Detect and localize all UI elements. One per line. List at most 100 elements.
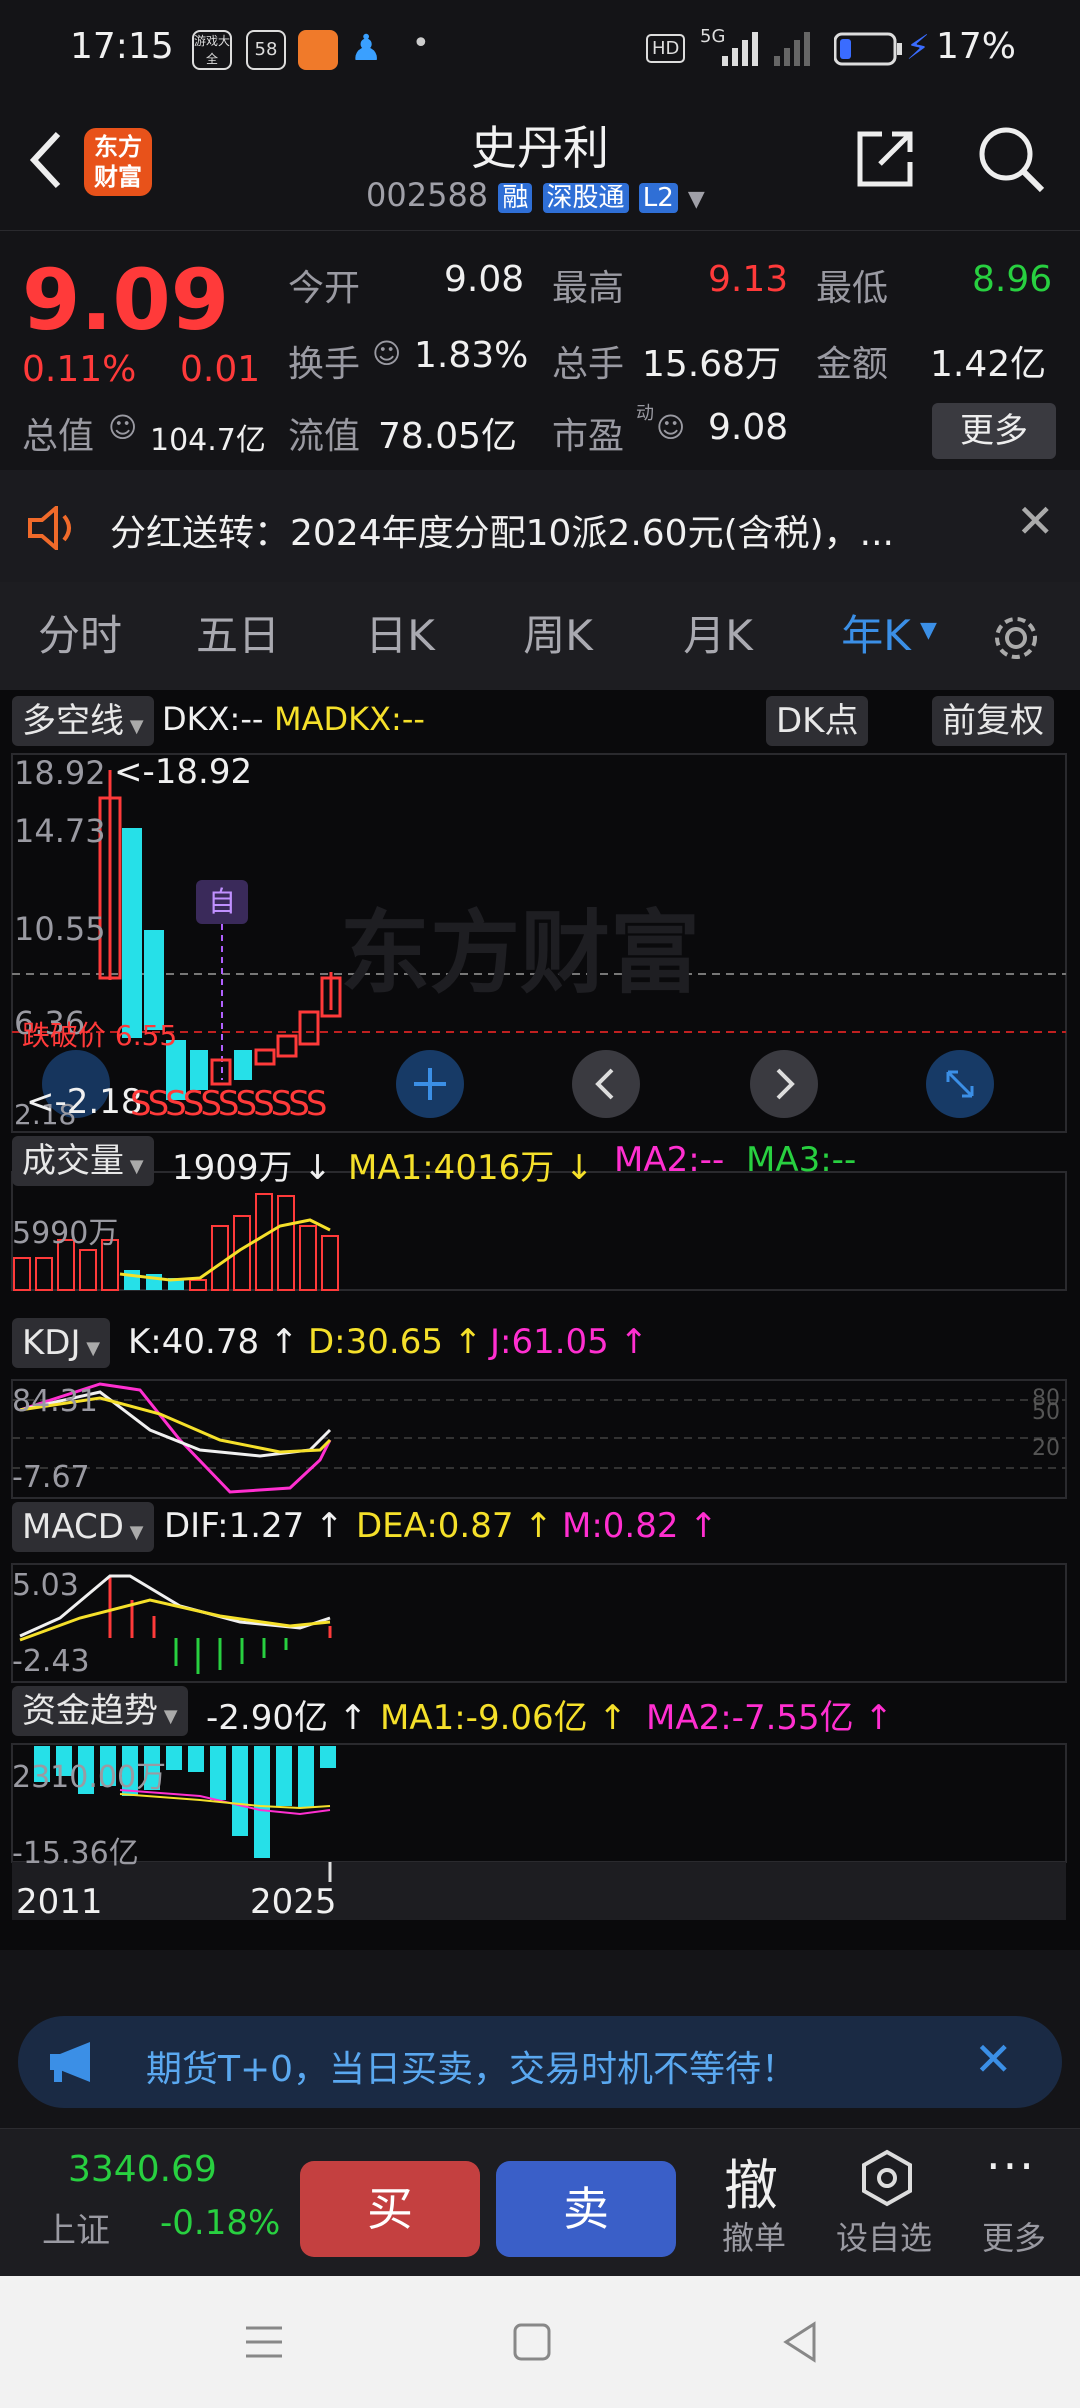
kdj-d-text: D:30.65 xyxy=(308,1322,443,1362)
margin-badge: 融 xyxy=(498,183,533,213)
fund-axis-top: 2310.00万 xyxy=(12,1760,167,1795)
hd-icon: HD xyxy=(646,34,686,63)
home-icon[interactable] xyxy=(512,2322,552,2362)
index-value[interactable]: 3340.69 xyxy=(68,2149,217,2190)
macd-dif-text: DIF:1.27 xyxy=(164,1506,305,1546)
dk-point-button[interactable]: DK点 xyxy=(766,696,869,746)
notice-text: 分红送转：2024年度分配10派2.60元(含税)，... xyxy=(110,513,895,554)
add-watchlist-icon[interactable] xyxy=(858,2149,916,2207)
info-icon[interactable]: ☺ xyxy=(108,411,137,444)
megaphone-icon xyxy=(50,2042,90,2082)
close-icon[interactable]: ✕ xyxy=(974,2032,1013,2086)
dividend-notice[interactable]: 分红送转：2024年度分配10派2.60元(含税)，... ✕ xyxy=(0,470,1080,582)
volume-ma1: MA1:4016万 ↓ xyxy=(348,1148,594,1188)
buy-button[interactable]: 买 xyxy=(300,2161,480,2257)
speaker-icon xyxy=(28,506,71,550)
quote-panel: 9.09 0.11% 0.01 总值 ☺ 104.7亿 今开 9.08 最高 9… xyxy=(0,230,1080,470)
kdj-select[interactable]: KDJ ▼ xyxy=(12,1318,111,1368)
mktcap-label: 总值 xyxy=(22,416,95,457)
volume-ma3: MA3:-- xyxy=(746,1140,857,1180)
58-app-icon: 58 xyxy=(246,30,286,70)
macd-dif: DIF:1.27 ↑ xyxy=(164,1506,344,1546)
indicator-select[interactable]: 多空线 ▼ xyxy=(12,696,154,746)
add-watchlist-label[interactable]: 设自选 xyxy=(836,2213,932,2259)
turnover-value: 1.83% xyxy=(414,335,529,376)
prev-button xyxy=(572,1050,640,1118)
battery-icon xyxy=(834,32,902,66)
info-icon[interactable]: ☺ xyxy=(656,411,685,444)
x-axis-start: 2011 xyxy=(16,1882,103,1922)
tab-week-k[interactable]: 周K xyxy=(488,582,628,690)
max-price-label: <-18.92 xyxy=(114,752,253,792)
sell-button[interactable]: 卖 xyxy=(496,2161,676,2257)
more-icon[interactable]: ··· xyxy=(986,2139,1036,2193)
volume-value: 1909万 ↓ xyxy=(172,1148,332,1188)
tab-day-k[interactable]: 日K xyxy=(330,582,470,690)
info-icon[interactable]: ☺ xyxy=(372,337,401,370)
tab-5day[interactable]: 五日 xyxy=(168,582,308,690)
x-axis-end: 2025 xyxy=(250,1882,337,1922)
search-icon[interactable] xyxy=(976,124,1046,194)
fund-value: -2.90亿 ↑ xyxy=(206,1698,368,1738)
signal-icon xyxy=(722,32,810,66)
axis-label-3: 10.55 xyxy=(14,910,106,948)
kdj-k: K:40.78 ↑ xyxy=(128,1322,299,1362)
volume-select[interactable]: 成交量 ▼ xyxy=(12,1136,154,1186)
mktcap-value: 104.7亿 xyxy=(150,423,266,458)
status-bar: 17:15 游戏大全 58 ♟ • HD 5G ⚡ 17% xyxy=(0,0,1080,100)
open-value: 9.08 xyxy=(444,259,525,300)
index-change[interactable]: -0.18% xyxy=(160,2203,280,2243)
fund-ma2-text: MA2:-7.55亿 xyxy=(646,1698,854,1738)
macd-select[interactable]: MACD ▼ xyxy=(12,1502,154,1552)
macd-label: MACD xyxy=(22,1507,124,1547)
madkx-value: MADKX:-- xyxy=(274,700,425,738)
kdj-j-text: J:61.05 xyxy=(490,1322,609,1362)
back-icon[interactable] xyxy=(780,2320,820,2364)
self-select-marker[interactable]: 自 xyxy=(196,880,248,924)
min-price-label: <-2.18 xyxy=(26,1082,143,1122)
tab-timeshare[interactable]: 分时 xyxy=(10,582,150,690)
more-button[interactable]: 更多 xyxy=(932,403,1056,459)
pe-value: 9.08 xyxy=(708,407,789,448)
fund-label: 资金趋势 xyxy=(22,1691,158,1731)
turnover-label: 换手 xyxy=(288,344,361,385)
cancel-order-icon[interactable]: 撤 xyxy=(724,2141,778,2220)
macd-dea: DEA:0.87 ↑ xyxy=(356,1506,553,1546)
menu-icon[interactable] xyxy=(244,2322,284,2362)
change-percent: 0.11% xyxy=(22,349,137,390)
kdj-j: J:61.05 ↑ xyxy=(490,1322,649,1362)
axis-label-1: 18.92 xyxy=(14,754,106,792)
stock-name: 史丹利 xyxy=(471,121,609,175)
amount-label: 金额 xyxy=(816,344,889,385)
stock-meta: 002588 融 深股通 L2 ▼ xyxy=(366,176,705,214)
kdj-ref-50: 50 xyxy=(1032,1400,1060,1425)
index-name[interactable]: 上证 xyxy=(42,2203,110,2252)
kdj-d: D:30.65 ↑ xyxy=(308,1322,483,1362)
indicator-label: 多空线 xyxy=(22,701,124,741)
macd-dea-text: DEA:0.87 xyxy=(356,1506,514,1546)
dot-icon: • xyxy=(412,26,430,61)
high-value: 9.13 xyxy=(708,259,789,300)
kdj-axis-bottom: -7.67 xyxy=(12,1460,90,1495)
close-icon[interactable]: ✕ xyxy=(1016,494,1055,548)
gear-icon[interactable] xyxy=(990,612,1042,664)
volume-label: 成交量 xyxy=(22,1141,124,1181)
promo-text: 期货T+0，当日买卖，交易时机不等待！ xyxy=(146,2049,798,2090)
volume-label: 总手 xyxy=(552,344,625,385)
clock: 17:15 xyxy=(70,26,174,67)
current-price: 9.09 xyxy=(22,251,230,349)
adjust-button[interactable]: 前复权 xyxy=(932,696,1054,746)
chevron-down-icon[interactable]: ▼ xyxy=(920,618,937,643)
macd-axis-bottom: -2.43 xyxy=(12,1644,90,1679)
chevron-down-icon[interactable]: ▼ xyxy=(688,187,705,212)
more-label[interactable]: 更多 xyxy=(982,2213,1046,2259)
charging-icon: ⚡ xyxy=(906,28,930,68)
battery-percent: 17% xyxy=(936,26,1017,67)
tab-month-k[interactable]: 月K xyxy=(648,582,788,690)
cancel-order-label[interactable]: 撤单 xyxy=(722,2213,786,2259)
float-label: 流值 xyxy=(288,416,361,457)
macd-axis-top: 5.03 xyxy=(12,1568,79,1603)
fund-select[interactable]: 资金趋势 ▼ xyxy=(12,1686,188,1736)
share-icon[interactable] xyxy=(852,126,918,192)
promo-banner[interactable]: 期货T+0，当日买卖，交易时机不等待！ ✕ xyxy=(18,2016,1062,2108)
